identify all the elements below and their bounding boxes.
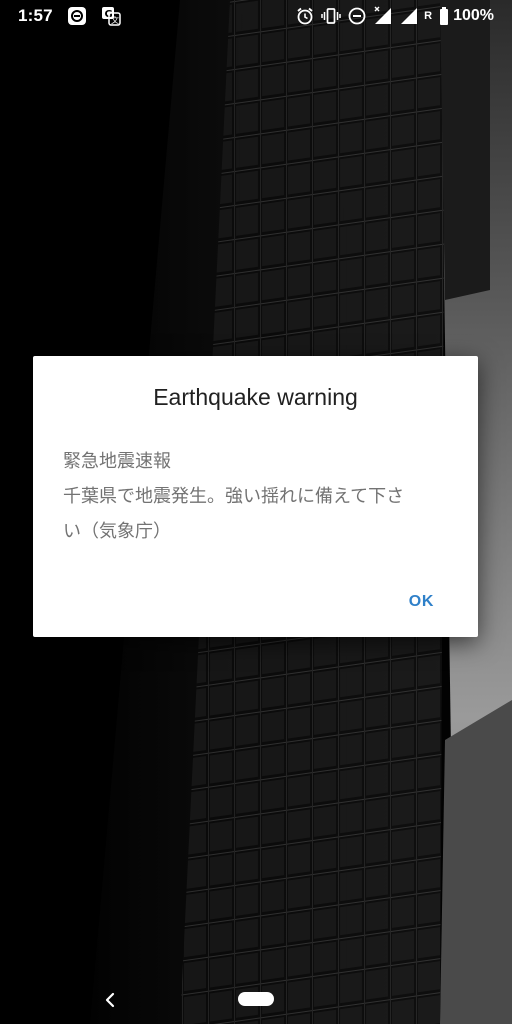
home-pill-icon[interactable] [238, 992, 274, 1006]
vibrate-icon [321, 6, 341, 26]
signal-no-data-icon [373, 6, 393, 26]
dialog-message-line: い（気象庁） [63, 521, 171, 542]
battery-icon [439, 6, 449, 26]
battery-percentage: 100% [453, 7, 494, 24]
status-bar-left: 1:57 G 文 [18, 6, 135, 26]
back-icon[interactable] [98, 988, 122, 1012]
translate-icon: G 文 [101, 6, 121, 26]
status-bar-right: R 100% [289, 6, 494, 26]
ok-button[interactable]: OK [401, 587, 442, 617]
earthquake-alert-dialog: Earthquake warning 緊急地震速報 千葉県で地震発生。強い揺れに… [33, 356, 478, 637]
signal-icon [399, 6, 419, 26]
dialog-message-line: 緊急地震速報 [63, 451, 171, 472]
status-time: 1:57 [18, 6, 53, 25]
phone-screen: 1:57 G 文 R 100% Earthquake warning 緊急地震速… [0, 0, 512, 1024]
roaming-indicator: R [424, 10, 433, 22]
status-bar: 1:57 G 文 R 100% [0, 0, 512, 32]
dialog-message: 緊急地震速報 千葉県で地震発生。強い揺れに備えて下さ い（気象庁） [63, 444, 454, 549]
dialog-title: Earthquake warning [153, 384, 358, 410]
svg-text:文: 文 [111, 15, 119, 25]
navigation-bar [0, 968, 512, 1024]
dialog-message-line: 千葉県で地震発生。強い揺れに備えて下さ [63, 486, 405, 507]
photos-icon [67, 6, 87, 26]
do-not-disturb-icon [347, 6, 367, 26]
alarm-icon [295, 6, 315, 26]
